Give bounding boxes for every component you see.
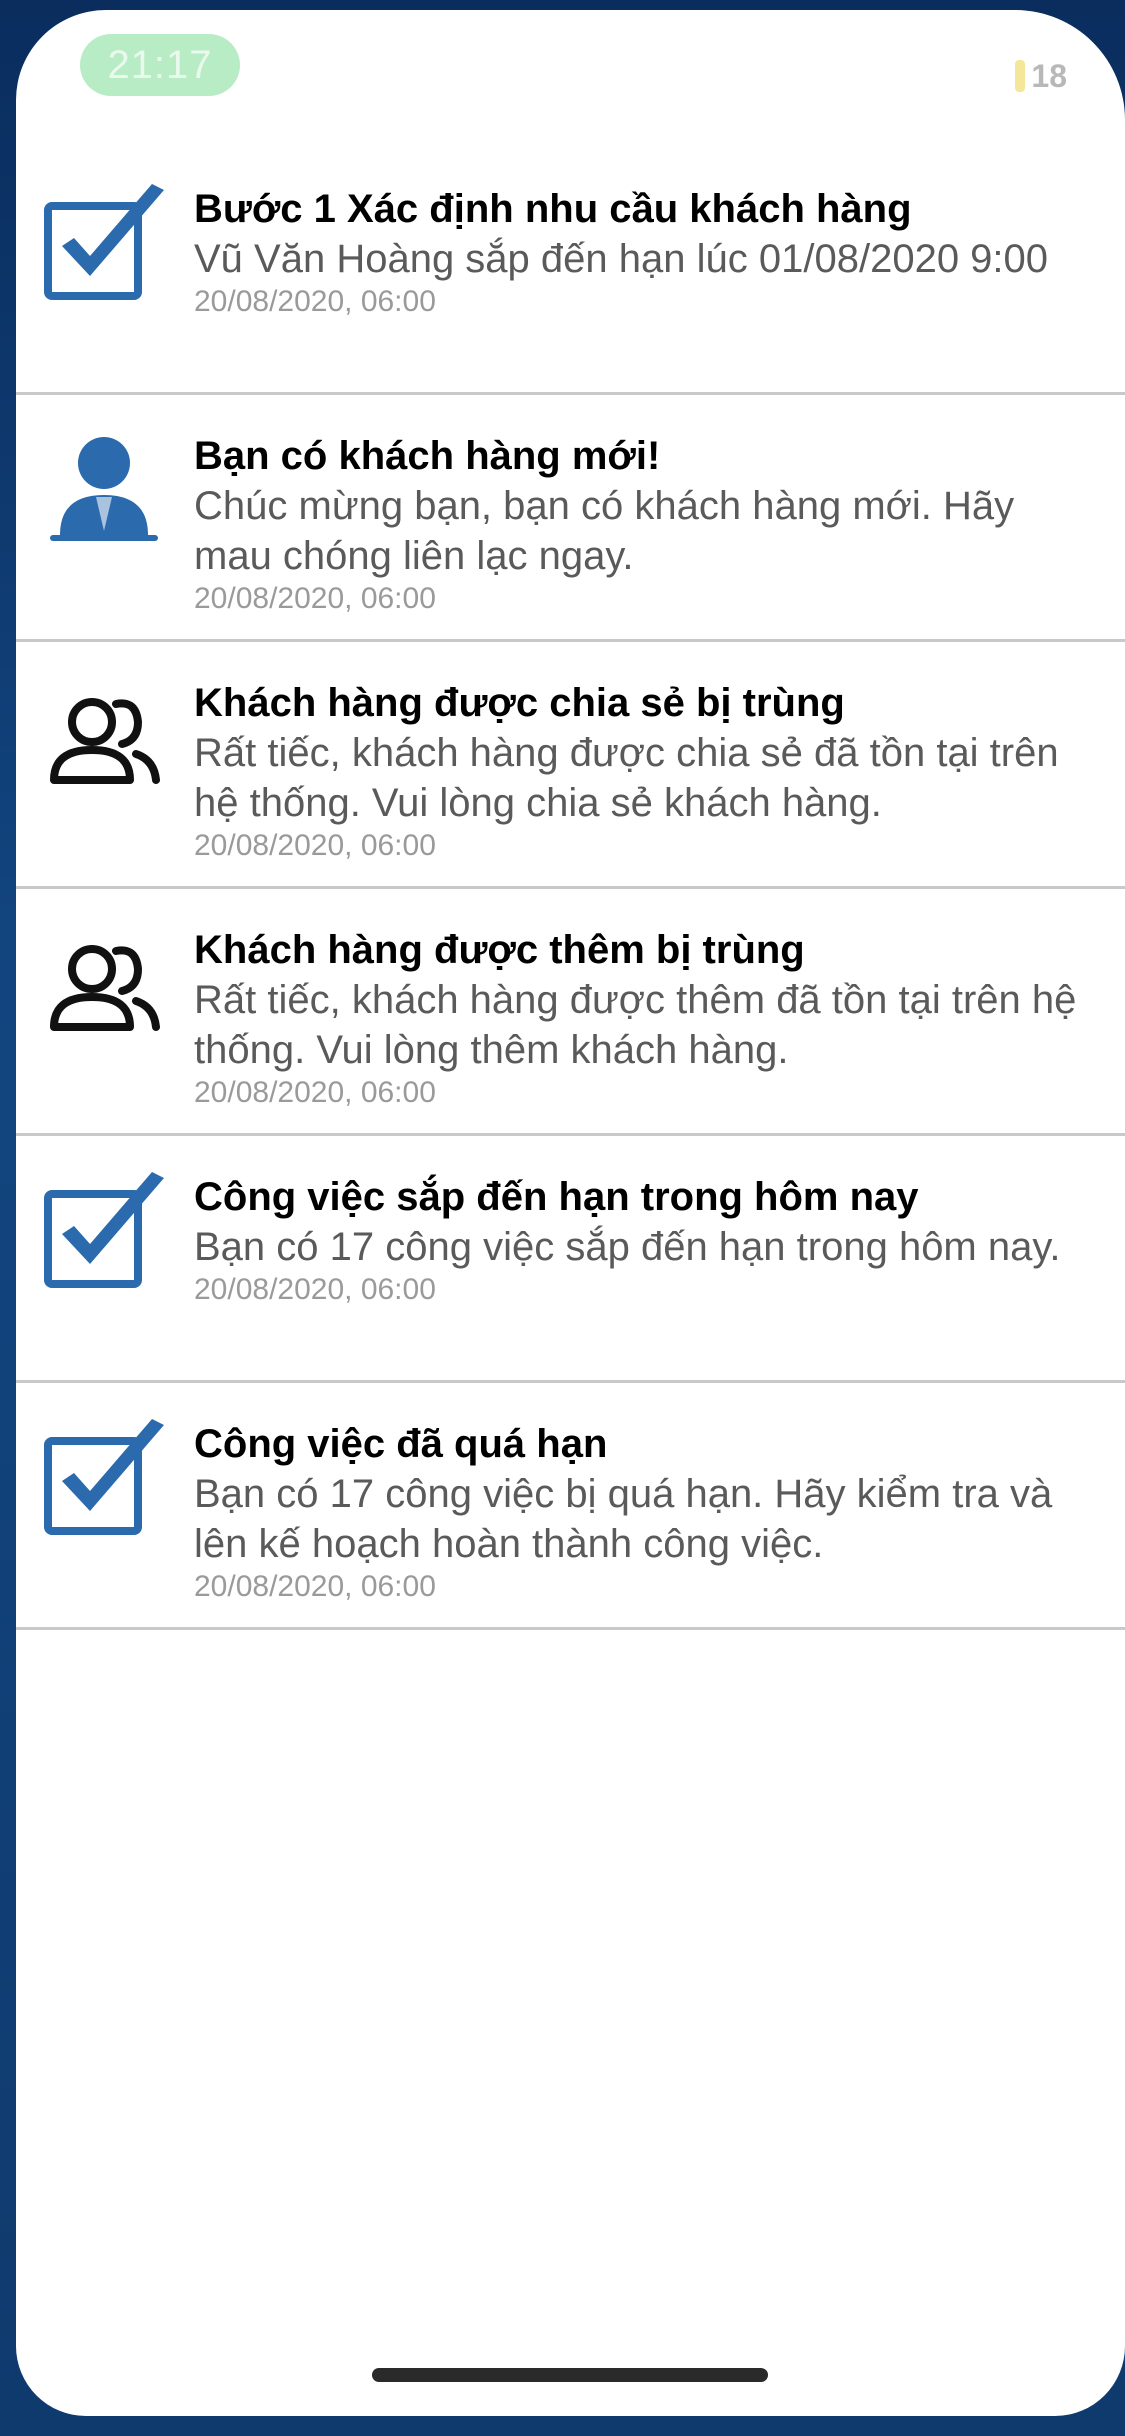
battery-level: 18: [1031, 57, 1067, 94]
notification-title: Bạn có khách hàng mới!: [194, 434, 661, 478]
notification-time: 20/08/2020, 06:00: [194, 829, 436, 862]
notification-item[interactable]: Công việc sắp đến hạn trong hôm nay Bạn …: [16, 1136, 1125, 1383]
notification-time: 20/08/2020, 06:00: [194, 1570, 436, 1603]
checkbox-check-icon: [40, 1411, 168, 1539]
notification-title: Khách hàng được chia sẻ bị trùng: [194, 681, 845, 725]
notification-title: Công việc đã quá hạn: [194, 1422, 608, 1466]
status-bar-time: 21:17: [80, 34, 240, 96]
notification-time: 20/08/2020, 06:00: [194, 1076, 436, 1109]
notification-title: Khách hàng được thêm bị trùng: [194, 928, 805, 972]
checkbox-check-icon: [40, 1164, 168, 1292]
notification-item[interactable]: Bạn có khách hàng mới! Chúc mừng bạn, bạ…: [16, 395, 1125, 642]
notification-item[interactable]: Công việc đã quá hạn Bạn có 17 công việc…: [16, 1383, 1125, 1630]
checkbox-check-icon: [40, 176, 168, 304]
notification-body: Bạn có 17 công việc bị quá hạn. Hãy kiểm…: [194, 1472, 1053, 1566]
notification-body: Vũ Văn Hoàng sắp đến hạn lúc 01/08/2020 …: [194, 237, 1049, 281]
users-group-icon: [40, 670, 168, 798]
notification-time: 20/08/2020, 06:00: [194, 1273, 436, 1306]
notification-body: Bạn có 17 công việc sắp đến hạn trong hô…: [194, 1225, 1061, 1269]
battery-icon: [1015, 60, 1026, 92]
notification-item[interactable]: Bước 1 Xác định nhu cầu khách hàng Vũ Vă…: [16, 148, 1125, 395]
user-avatar-icon: [40, 423, 168, 551]
notification-item[interactable]: Khách hàng được chia sẻ bị trùng Rất tiế…: [16, 642, 1125, 889]
notification-time: 20/08/2020, 06:00: [194, 582, 436, 615]
notification-item[interactable]: Khách hàng được thêm bị trùng Rất tiếc, …: [16, 889, 1125, 1136]
notification-list: Bước 1 Xác định nhu cầu khách hàng Vũ Vă…: [16, 148, 1125, 1630]
notification-time: 20/08/2020, 06:00: [194, 285, 436, 318]
notification-body: Chúc mừng bạn, bạn có khách hàng mới. Hã…: [194, 484, 1015, 578]
app-screen: 21:17 18 Bước 1 Xác định nhu cầu khách h…: [16, 10, 1125, 2416]
notification-title: Bước 1 Xác định nhu cầu khách hàng: [194, 187, 912, 231]
home-indicator[interactable]: [372, 2368, 768, 2382]
notification-title: Công việc sắp đến hạn trong hôm nay: [194, 1175, 919, 1219]
users-group-icon: [40, 917, 168, 1045]
notification-body: Rất tiếc, khách hàng được chia sẻ đã tồn…: [194, 731, 1059, 825]
notification-body: Rất tiếc, khách hàng được thêm đã tồn tạ…: [194, 978, 1077, 1072]
status-bar-battery: 18: [1015, 58, 1067, 94]
